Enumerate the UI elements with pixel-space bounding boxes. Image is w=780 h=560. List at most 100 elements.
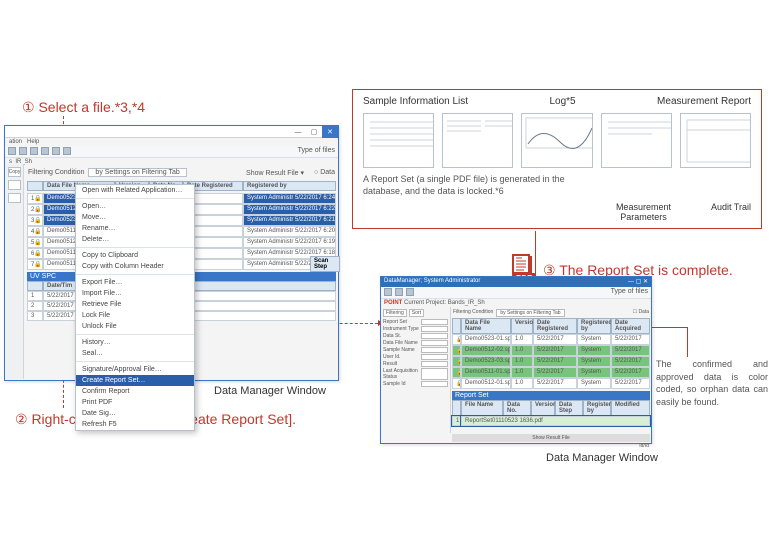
menu-item[interactable]: Create Report Set… <box>76 375 194 386</box>
sid-input[interactable] <box>421 381 448 387</box>
menu-item[interactable]: Copy with Column Header <box>76 261 194 272</box>
tool-icon[interactable] <box>52 147 60 155</box>
proj-text: Current Project: Bands_IR_Sh <box>404 300 485 306</box>
max-button[interactable]: ▢ <box>306 126 322 138</box>
datast-input[interactable] <box>421 333 448 339</box>
result-input[interactable] <box>421 361 448 367</box>
f-sample: Sample Name <box>383 347 421 353</box>
hh-no[interactable]: Data No. <box>503 400 531 416</box>
data-cb[interactable]: Data <box>638 309 649 315</box>
sample-input[interactable] <box>421 347 448 353</box>
filter-dropdown[interactable]: by Settings on Filtering Tab <box>88 168 186 177</box>
menu-item[interactable]: Unlock File <box>76 321 194 332</box>
f-instr: Instrument Type <box>383 326 421 332</box>
reportset-row[interactable]: 1ReportSet01110523 1636.pdf <box>452 416 650 426</box>
fc2: Filtering Condition <box>453 309 493 317</box>
win-titlebar: — ▢ ✕ <box>5 126 338 138</box>
col-registeredby[interactable]: Registered by <box>243 181 336 191</box>
menu-item[interactable]: Retrieve File <box>76 299 194 310</box>
thumbs-row <box>363 113 751 168</box>
thumb-log <box>442 113 513 168</box>
menu-item[interactable]: Import File… <box>76 288 194 299</box>
sort-btn[interactable]: Sort <box>409 309 424 317</box>
h-scan[interactable]: Scan Step <box>310 256 340 272</box>
menu-item[interactable]: History… <box>76 337 194 348</box>
panel-label-sample: Sample Information List <box>363 96 468 107</box>
sidebar-copy[interactable]: Copy <box>8 167 21 177</box>
lower-right-cut: Scan Step <box>310 256 340 272</box>
tool-icon[interactable] <box>19 147 27 155</box>
sidebar-btn[interactable] <box>8 193 21 203</box>
menu-item[interactable]: Lock File <box>76 310 194 321</box>
data-radio[interactable]: Data <box>320 169 335 176</box>
menu-item[interactable]: Open… <box>76 201 194 212</box>
menu-item[interactable]: Rename… <box>76 223 194 234</box>
tool-icon[interactable] <box>41 147 49 155</box>
tool-icon[interactable] <box>63 147 71 155</box>
menu-item[interactable]: Seal… <box>76 348 194 359</box>
hh-v[interactable]: Version <box>531 400 555 416</box>
h-reg[interactable]: Date Registered <box>533 318 577 334</box>
filter-panel: Filtering Sort Report Set Instrument Typ… <box>381 307 451 433</box>
f-datast: Data St. <box>383 333 421 339</box>
thumb-sample <box>363 113 434 168</box>
dataid: Id/Id <box>452 442 650 450</box>
panel-label-report: Measurement Report <box>657 96 751 107</box>
project-row: POINT Current Project: Bands_IR_Sh <box>381 299 651 307</box>
min-button[interactable]: — <box>290 126 306 138</box>
panel-bottom-labels: Measurement Parameters Audit Trail <box>616 202 751 222</box>
panel-label-params: Measurement Parameters <box>616 202 671 222</box>
table-row[interactable]: 🔒Demo0511-01.spc1.05/22/2017System5/22/2… <box>452 367 650 378</box>
project-line: s_IR_Sh <box>5 158 338 166</box>
hh-fn[interactable]: File Name <box>461 400 503 416</box>
filter-cond-label: Filtering Condition <box>28 169 84 176</box>
hh-reg[interactable]: Registered by <box>583 400 611 416</box>
menu-item[interactable]: Delete… <box>76 234 194 245</box>
tool-icon[interactable] <box>8 147 16 155</box>
menu-item[interactable]: Export File… <box>76 277 194 288</box>
close-icon[interactable]: — ▢ ✕ <box>628 278 648 286</box>
h-dfn[interactable]: Data File Name <box>461 318 511 334</box>
menu-item[interactable]: Refresh F5 <box>76 419 194 430</box>
r-header: Data File Name Version Date Registered R… <box>452 318 650 334</box>
close-button[interactable]: ✕ <box>322 126 338 138</box>
table-row[interactable]: 🔒Demo0523-03.spc1.05/22/2017System5/22/2… <box>452 356 650 367</box>
filtering-btn[interactable]: Filtering <box>383 309 407 317</box>
menu-item[interactable]: Move… <box>76 212 194 223</box>
dfn-input[interactable] <box>421 340 448 346</box>
filter-row: Filtering Condition by Settings on Filte… <box>25 166 338 179</box>
win2-title: DataManager; System Administrator <box>384 278 628 286</box>
tool-icon[interactable] <box>395 288 403 296</box>
show-result[interactable]: Show Result File <box>452 434 650 442</box>
f-dfn: Data File Name <box>383 340 421 346</box>
h-acq[interactable]: Date Acquired <box>611 318 650 334</box>
user-input[interactable] <box>421 354 448 360</box>
rsfile: ReportSet01110523 1636.pdf <box>461 416 650 426</box>
h-ver[interactable]: Version <box>511 318 533 334</box>
last-input[interactable] <box>421 368 448 380</box>
tool-icon[interactable] <box>30 147 38 155</box>
fc2-dd[interactable]: by Settings on Filtering Tab <box>496 309 564 317</box>
instr-input[interactable] <box>421 326 448 332</box>
menu-item[interactable]: Confirm Report <box>76 386 194 397</box>
tool-icon[interactable] <box>406 288 414 296</box>
win2-titlebar: DataManager; System Administrator — ▢ ✕ <box>381 277 651 287</box>
menu-item[interactable]: Open with Related Application… <box>76 185 194 196</box>
menu-item[interactable]: Date Sig… <box>76 408 194 419</box>
hh-step[interactable]: Data Step <box>555 400 583 416</box>
win2-toolbar: Type of files <box>381 287 651 299</box>
thumb-report-graph <box>521 113 592 168</box>
menu-item[interactable]: Print PDF <box>76 397 194 408</box>
table-row[interactable]: 🔒Demo0512-02.spc1.05/22/2017System5/22/2… <box>452 345 650 356</box>
panel-note: A Report Set (a single PDF file) is gene… <box>363 174 593 197</box>
h-by[interactable]: Registered by <box>577 318 611 334</box>
reportset-input[interactable] <box>421 319 448 325</box>
tool-icon[interactable] <box>384 288 392 296</box>
menu-item[interactable]: Signature/Approval File… <box>76 364 194 375</box>
caption-left: Data Manager Window <box>214 385 326 397</box>
menu-item[interactable]: Copy to Clipboard <box>76 250 194 261</box>
sidebar-btn[interactable] <box>8 180 21 190</box>
hh-mod[interactable]: Modified <box>611 400 650 416</box>
table-row[interactable]: 🔒Demo0512-01.spc1.05/22/2017System5/22/2… <box>452 378 650 389</box>
table-row[interactable]: 🔒Demo0523-01.spc1.05/22/2017System5/22/2… <box>452 334 650 345</box>
